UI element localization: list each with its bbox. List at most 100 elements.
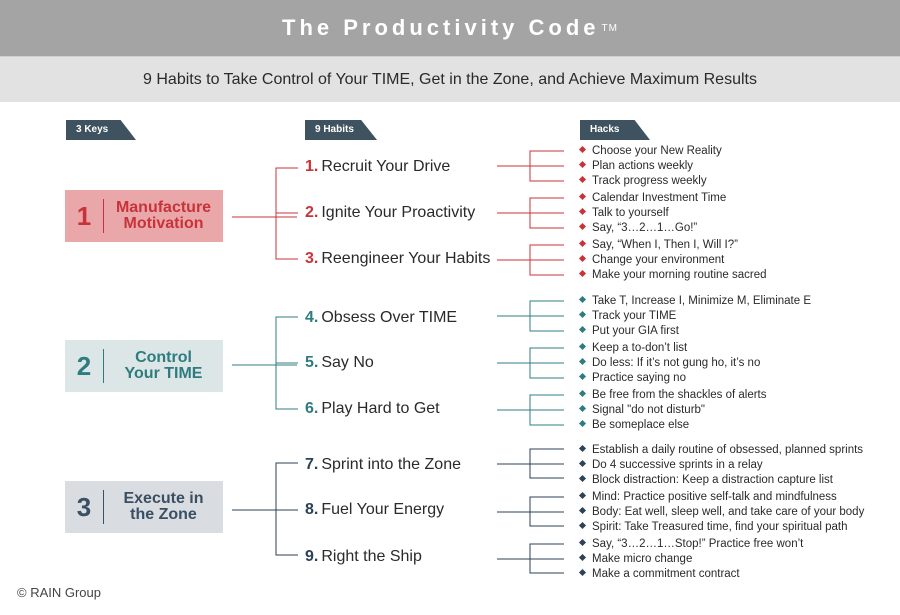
key-2-box: 2 Control Your TIME	[65, 340, 223, 392]
hack-item: Change your environment	[578, 253, 725, 267]
habit-1: 1. Recruit Your Drive	[305, 158, 450, 176]
hack-text: Track your TIME	[592, 310, 677, 322]
habit-title: Obsess Over TIME	[321, 309, 458, 326]
hack-item: Be someplace else	[578, 418, 690, 432]
habit-number: 4.	[305, 309, 319, 326]
hack-text: Practice saying no	[592, 372, 686, 384]
hack-text: Mind: Practice positive self-talk and mi…	[592, 491, 837, 503]
hack-text: Say, “When I, Then I, Will I?”	[592, 239, 738, 251]
habit-number: 5.	[305, 354, 319, 371]
hack-item: Do less: If it’s not gung ho, it’s no	[578, 356, 761, 370]
hack-text: Body: Eat well, sleep well, and take car…	[592, 506, 865, 518]
hack-text: Keep a to-don’t list	[592, 342, 688, 354]
hack-text: Say, “3…2…1…Stop!” Practice free won’t	[592, 538, 804, 550]
diamond-bullet-icon	[578, 269, 587, 278]
hack-item: Body: Eat well, sleep well, and take car…	[578, 505, 865, 519]
diamond-bullet-icon	[578, 310, 587, 319]
habit-title: Play Hard to Get	[321, 400, 440, 417]
hack-text: Make micro change	[592, 553, 693, 565]
diamond-bullet-icon	[578, 444, 587, 453]
diamond-bullet-icon	[578, 175, 587, 184]
hack-item: Plan actions weekly	[578, 159, 693, 173]
key-label-line2: the Zone	[130, 506, 197, 523]
hack-item: Choose your New Reality	[578, 144, 722, 158]
diamond-bullet-icon	[578, 521, 587, 530]
hack-item: Put your GIA first	[578, 324, 679, 338]
hack-text: Signal "do not disturb"	[592, 404, 706, 416]
diamond-bullet-icon	[578, 145, 587, 154]
habit-number: 1.	[305, 158, 319, 175]
key-1-box: 1 Manufacture Motivation	[65, 190, 223, 242]
key-label: Manufacture Motivation	[104, 200, 223, 232]
hack-item: Signal "do not disturb"	[578, 403, 706, 417]
key-label: Execute in the Zone	[104, 491, 223, 523]
hack-item: Practice saying no	[578, 371, 686, 385]
diamond-bullet-icon	[578, 207, 587, 216]
hack-text: Be free from the shackles of alerts	[592, 389, 767, 401]
diamond-bullet-icon	[578, 222, 587, 231]
habit-7: 7. Sprint into the Zone	[305, 456, 461, 474]
hack-item: Talk to yourself	[578, 206, 669, 220]
hack-item: Make a commitment contract	[578, 567, 740, 581]
diamond-bullet-icon	[578, 325, 587, 334]
diamond-bullet-icon	[578, 372, 587, 381]
key-number: 1	[76, 200, 92, 231]
hack-item: Be free from the shackles of alerts	[578, 388, 767, 402]
copyright: © RAIN Group	[17, 585, 101, 600]
diamond-bullet-icon	[578, 357, 587, 366]
key-label-line2: Motivation	[123, 215, 204, 232]
diamond-bullet-icon	[578, 404, 587, 413]
habit-5: 5. Say No	[305, 354, 374, 372]
hack-text: Establish a daily routine of obsessed, p…	[592, 444, 864, 456]
habit-number: 9.	[305, 548, 319, 565]
diamond-bullet-icon	[578, 506, 587, 515]
habit-8: 8. Fuel Your Energy	[305, 501, 444, 519]
habit-number: 2.	[305, 204, 319, 221]
diamond-bullet-icon	[578, 568, 587, 577]
hack-text: Take T, Increase I, Minimize M, Eliminat…	[592, 295, 811, 307]
hack-text: Plan actions weekly	[592, 160, 693, 172]
hack-item: Say, “3…2…1…Go!”	[578, 221, 698, 235]
habit-4: 4. Obsess Over TIME	[305, 309, 457, 327]
diamond-bullet-icon	[578, 459, 587, 468]
diamond-bullet-icon	[578, 553, 587, 562]
habit-6: 6. Play Hard to Get	[305, 400, 440, 418]
hack-item: Keep a to-don’t list	[578, 341, 688, 355]
hack-item: Make micro change	[578, 552, 693, 566]
diamond-bullet-icon	[578, 160, 587, 169]
hack-text: Talk to yourself	[592, 207, 669, 219]
key-3-box: 3 Execute in the Zone	[65, 481, 223, 533]
habit-number: 6.	[305, 400, 319, 417]
habit-number: 7.	[305, 456, 319, 473]
hack-text: Calendar Investment Time	[592, 192, 727, 204]
habit-title: Fuel Your Energy	[321, 501, 445, 518]
hack-text: Put your GIA first	[592, 325, 679, 337]
key-label-line1: Manufacture	[115, 199, 212, 216]
habit-title: Sprint into the Zone	[321, 456, 461, 473]
diamond-bullet-icon	[578, 295, 587, 304]
diamond-bullet-icon	[578, 538, 587, 547]
hack-item: Establish a daily routine of obsessed, p…	[578, 443, 864, 457]
hack-text: Say, “3…2…1…Go!”	[592, 222, 698, 234]
diamond-bullet-icon	[578, 491, 587, 500]
habit-title: Right the Ship	[321, 548, 422, 565]
key-number: 2	[76, 350, 92, 381]
hack-text: Be someplace else	[592, 419, 690, 431]
habit-3: 3. Reengineer Your Habits	[305, 250, 490, 268]
habit-title: Say No	[321, 354, 374, 371]
key-label-line2: Your TIME	[124, 365, 203, 382]
diamond-bullet-icon	[578, 389, 587, 398]
diamond-bullet-icon	[578, 192, 587, 201]
hack-text: Make your morning routine sacred	[592, 269, 767, 281]
key-label-line1: Control	[135, 349, 192, 366]
diamond-bullet-icon	[578, 254, 587, 263]
diamond-bullet-icon	[578, 342, 587, 351]
hack-text: Do less: If it’s not gung ho, it’s no	[592, 357, 761, 369]
habit-number: 8.	[305, 501, 319, 518]
hack-text: Change your environment	[592, 254, 725, 266]
hack-text: Track progress weekly	[592, 175, 707, 187]
habit-title: Reengineer Your Habits	[321, 250, 491, 267]
hack-item: Track your TIME	[578, 309, 677, 323]
hack-text: Do 4 successive sprints in a relay	[592, 459, 763, 471]
hack-item: Track progress weekly	[578, 174, 707, 188]
